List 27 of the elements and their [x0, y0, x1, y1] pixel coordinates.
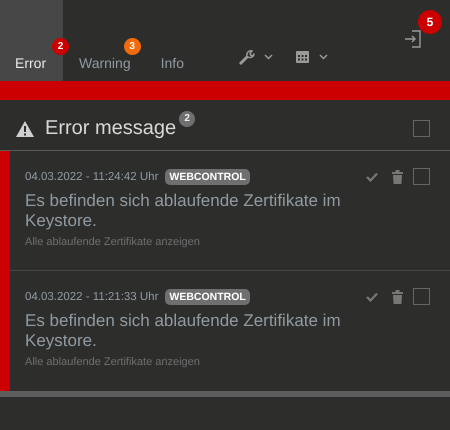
- wrench-icon: [238, 49, 255, 65]
- message-checkbox[interactable]: [413, 168, 430, 185]
- caret-icon: [318, 54, 328, 60]
- trash-icon[interactable]: [392, 170, 403, 184]
- message-checkbox[interactable]: [413, 288, 430, 305]
- count-badge: 3: [124, 38, 141, 55]
- message-text: Es befinden sich ablaufende Zertifikate im Keystore.: [25, 191, 342, 231]
- trash-icon[interactable]: [392, 290, 403, 304]
- source-tag: WEBCONTROL: [165, 168, 250, 184]
- show-certificates-link[interactable]: Alle ablaufende Zertifikate anzeigen: [25, 356, 430, 368]
- timestamp: 04.03.2022 - 11:24:42 Uhr: [25, 170, 158, 182]
- count-badge: 5: [418, 10, 442, 34]
- section-title: Error message: [45, 117, 176, 140]
- select-all-checkbox[interactable]: [413, 120, 430, 137]
- message-text: Es befinden sich ablaufende Zertifikate im Keystore.: [25, 311, 342, 351]
- timestamp: 04.03.2022 - 11:21:33 Uhr: [25, 290, 158, 302]
- checkmark-icon[interactable]: [366, 172, 378, 182]
- caret-icon: [264, 54, 273, 60]
- warning-icon: [15, 120, 35, 138]
- logout-icon: [403, 29, 423, 49]
- count-badge: 2: [52, 38, 69, 55]
- show-certificates-link[interactable]: Alle ablaufende Zertifikate anzeigen: [25, 236, 430, 248]
- tab[interactable]: Info: [160, 0, 184, 81]
- count-badge: 2: [179, 110, 196, 126]
- source-tag: WEBCONTROL: [165, 288, 250, 304]
- calendar-icon: [294, 50, 310, 64]
- checkmark-icon[interactable]: [366, 292, 378, 302]
